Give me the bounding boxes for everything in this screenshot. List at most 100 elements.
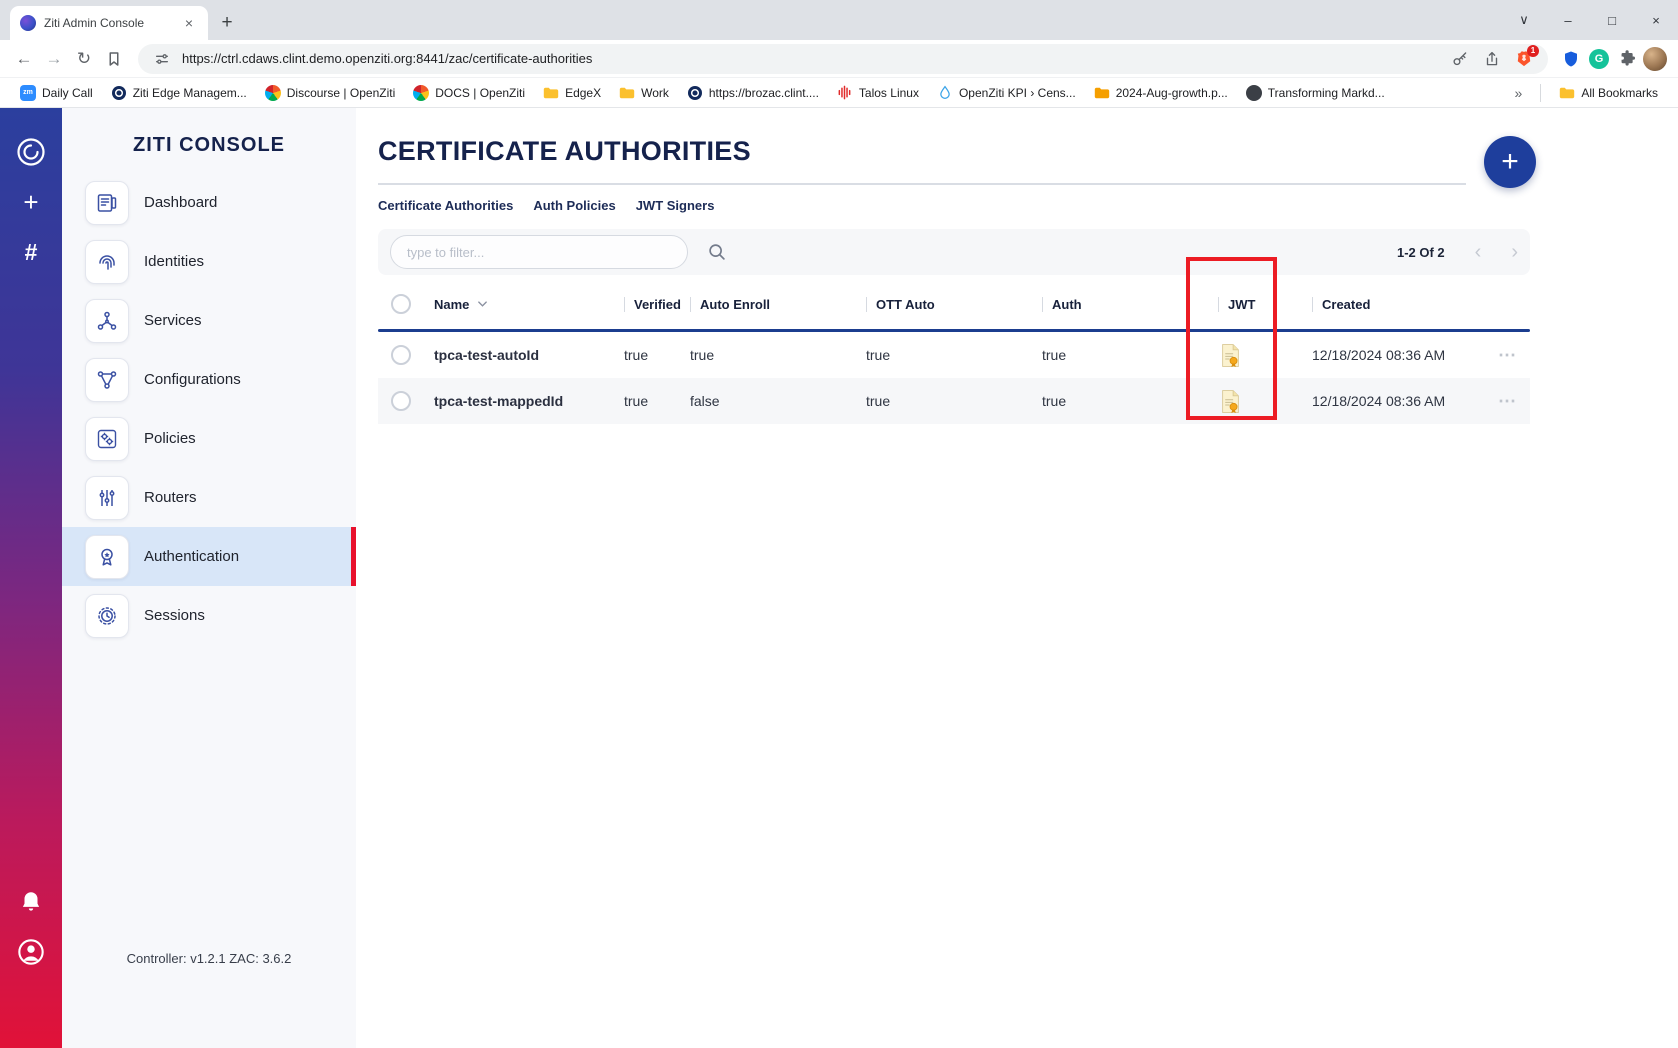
sidebar-item-sessions[interactable]: Sessions (62, 586, 356, 645)
rail-hash-icon[interactable]: # (13, 234, 49, 270)
tab-auth-policies[interactable]: Auth Policies (533, 198, 615, 213)
folder-icon (619, 85, 635, 101)
address-bar[interactable]: https://ctrl.cdaws.clint.demo.openziti.o… (138, 44, 1548, 74)
notifications-bell-icon[interactable] (13, 884, 49, 920)
new-tab-button[interactable]: + (212, 8, 242, 38)
password-manager-shield-icon[interactable] (1558, 46, 1584, 72)
row-actions-button[interactable]: ⋯ (1488, 332, 1530, 378)
sidebar-item-configurations[interactable]: Configurations (62, 350, 356, 409)
sidebar-item-policies[interactable]: Policies (62, 409, 356, 468)
all-bookmarks-button[interactable]: All Bookmarks (1551, 82, 1666, 104)
maximize-button[interactable]: □ (1590, 0, 1634, 40)
zoom-icon: zm (20, 85, 36, 101)
url-text[interactable]: https://ctrl.cdaws.clint.demo.openziti.o… (182, 51, 1440, 66)
tab-jwt-signers[interactable]: JWT Signers (636, 198, 715, 213)
bookmarks-overflow-chevron[interactable]: » (1507, 85, 1531, 101)
auto-enroll-cell: true (680, 332, 856, 378)
share-icon[interactable] (1480, 47, 1504, 71)
browser-tab-strip: Ziti Admin Console × + ∨ – □ × (0, 0, 1678, 40)
row-actions-button[interactable]: ⋯ (1488, 378, 1530, 424)
search-icon[interactable] (706, 241, 728, 263)
back-button[interactable]: ← (10, 45, 38, 73)
ziti-favicon-icon (20, 15, 36, 31)
verified-cell: true (614, 332, 680, 378)
sidebar-item-identities[interactable]: Identities (62, 232, 356, 291)
pagination-prev-icon[interactable]: ‹ (1475, 242, 1482, 262)
profile-icon[interactable] (13, 934, 49, 970)
bookmark-talos[interactable]: Talos Linux (829, 82, 927, 104)
jwt-certificate-icon[interactable] (1208, 332, 1302, 378)
ca-name-cell[interactable]: tpca-test-mappedId (424, 378, 614, 424)
column-header-name[interactable]: Name (424, 279, 614, 329)
ziti-site-icon (687, 85, 703, 101)
table-toolbar: 1-2 Of 2 ‹ › (378, 229, 1530, 275)
configurations-nodes-icon (85, 358, 129, 402)
site-settings-icon[interactable] (150, 47, 174, 71)
sidebar-item-dashboard[interactable]: Dashboard (62, 173, 356, 232)
table-header-row: Name Verified Auto Enroll OTT Auto Auth … (378, 279, 1530, 329)
bookmark-docs[interactable]: DOCS | OpenZiti (405, 82, 533, 104)
bookmark-ziti-edge[interactable]: Ziti Edge Managem... (103, 82, 255, 104)
tab-title: Ziti Admin Console (44, 16, 172, 30)
ca-name-cell[interactable]: tpca-test-autoId (424, 332, 614, 378)
filter-input[interactable] (390, 235, 688, 269)
column-header-auto-enroll[interactable]: Auto Enroll (680, 279, 856, 329)
bookmark-folder-edgex[interactable]: EdgeX (535, 82, 609, 104)
row-checkbox[interactable] (378, 332, 424, 378)
auth-cell: true (1032, 378, 1208, 424)
table-row[interactable]: tpca-test-mappedId true false true true … (378, 378, 1530, 424)
brave-shield-icon[interactable]: 1 (1512, 47, 1536, 71)
bookmark-discourse[interactable]: Discourse | OpenZiti (257, 82, 404, 104)
forward-button[interactable]: → (40, 45, 68, 73)
minimize-button[interactable]: – (1546, 0, 1590, 40)
column-header-verified[interactable]: Verified (614, 279, 680, 329)
bookmark-folder-work[interactable]: Work (611, 82, 677, 104)
passwords-key-icon[interactable] (1448, 47, 1472, 71)
bookmark-folder-growth[interactable]: 2024-Aug-growth.p... (1086, 82, 1236, 104)
rail-add-icon[interactable]: + (13, 184, 49, 220)
bookmarks-bar: zm Daily Call Ziti Edge Managem... Disco… (0, 78, 1678, 108)
auto-enroll-cell: false (680, 378, 856, 424)
tab-certificate-authorities[interactable]: Certificate Authorities (378, 198, 513, 213)
site-icon (1246, 85, 1262, 101)
sort-chevron-icon[interactable] (477, 300, 488, 308)
bookmark-openziti-kpi[interactable]: OpenZiti KPI › Cens... (929, 82, 1084, 104)
ziti-admin-console-app: + # ZITI CONSOLE Dashboard (0, 108, 1678, 1048)
add-certificate-authority-button[interactable]: + (1484, 136, 1536, 188)
created-cell: 12/18/2024 08:36 AM (1302, 378, 1488, 424)
browser-tab[interactable]: Ziti Admin Console × (10, 6, 208, 40)
close-window-button[interactable]: × (1634, 0, 1678, 40)
network-nodes-icon (85, 299, 129, 343)
ott-auto-cell: true (856, 378, 1032, 424)
bookmark-brozac[interactable]: https://brozac.clint.... (679, 82, 827, 104)
sidebar-item-routers[interactable]: Routers (62, 468, 356, 527)
bookmark-daily-call[interactable]: zm Daily Call (12, 82, 101, 104)
bookmark-icon[interactable] (100, 45, 128, 73)
select-all-checkbox[interactable] (378, 279, 424, 329)
column-header-jwt[interactable]: JWT (1208, 279, 1302, 329)
grammarly-icon[interactable]: G (1586, 46, 1612, 72)
left-rail: + # (0, 108, 62, 1048)
bookmark-transforming[interactable]: Transforming Markd... (1238, 82, 1393, 104)
tab-search-chevron-icon[interactable]: ∨ (1502, 0, 1546, 40)
pagination-next-icon[interactable]: › (1511, 242, 1518, 262)
column-header-ott-auto[interactable]: OTT Auto (856, 279, 1032, 329)
tab-close-icon[interactable]: × (180, 14, 198, 32)
sidebar-item-authentication[interactable]: Authentication (62, 527, 356, 586)
reload-button[interactable]: ↻ (70, 45, 98, 73)
version-footer: Controller: v1.2.1 ZAC: 3.6.2 (62, 951, 356, 1048)
profile-avatar[interactable] (1642, 46, 1668, 72)
sidebar-item-services[interactable]: Services (62, 291, 356, 350)
screen: Ziti Admin Console × + ∨ – □ × ← → ↻ htt… (0, 0, 1678, 1048)
jwt-certificate-icon[interactable] (1208, 378, 1302, 424)
pagination-label: 1-2 Of 2 (1397, 245, 1445, 260)
folder-icon (543, 85, 559, 101)
column-header-created[interactable]: Created (1302, 279, 1488, 329)
console-title: ZITI CONSOLE (62, 134, 356, 157)
ziti-logo-icon[interactable] (13, 134, 49, 170)
table-row[interactable]: tpca-test-autoId true true true true 12/… (378, 332, 1530, 378)
extensions-puzzle-icon[interactable] (1614, 46, 1640, 72)
row-checkbox[interactable] (378, 378, 424, 424)
column-header-auth[interactable]: Auth (1032, 279, 1208, 329)
sidebar-menu: Dashboard Identities Services (62, 173, 356, 645)
